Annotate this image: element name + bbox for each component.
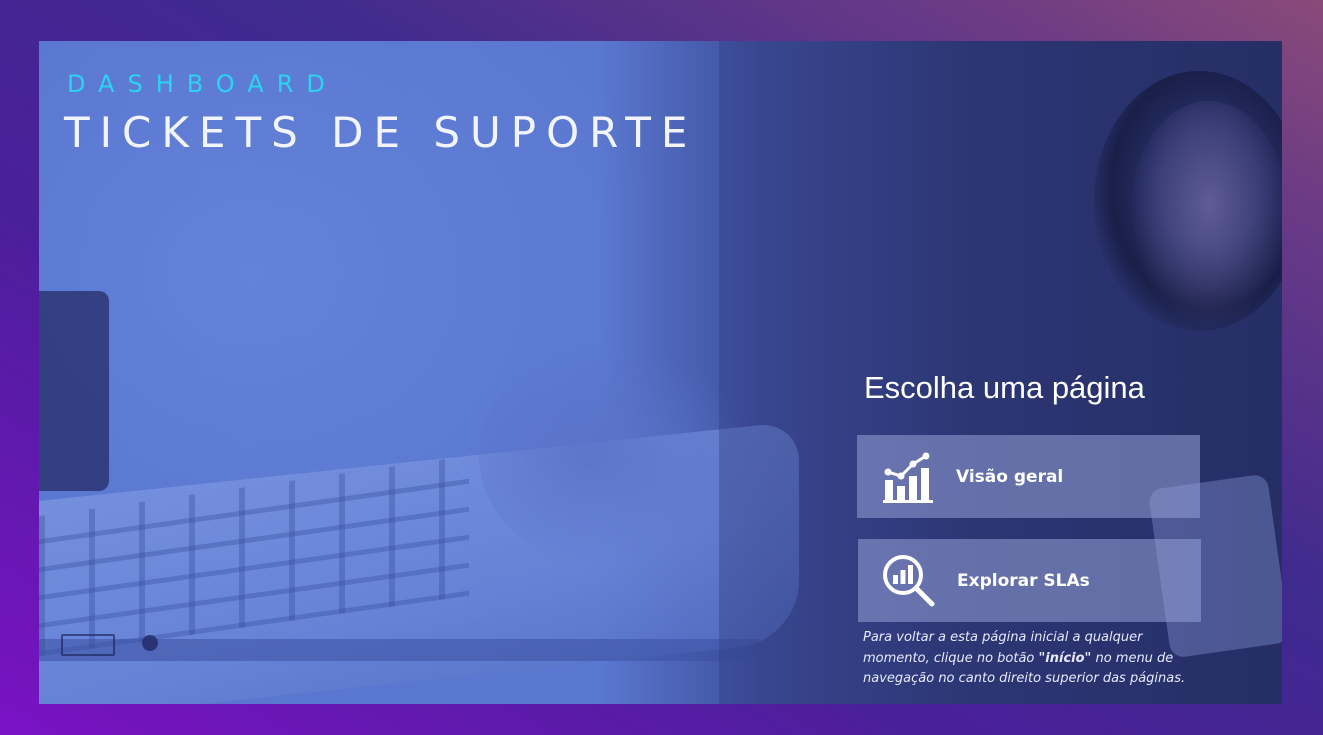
usb-port: [61, 634, 115, 656]
dashboard-subtitle: DASHBOARD: [67, 70, 338, 98]
person-image: [1129, 101, 1282, 331]
note-home-emphasis: "início": [1038, 650, 1092, 666]
chart-growth-icon: [880, 449, 936, 505]
overview-button-label: Visão geral: [956, 466, 1064, 487]
explore-slas-button-label: Explorar SLAs: [957, 570, 1090, 591]
home-instructions-note: Para voltar a esta página inicial a qual…: [863, 628, 1193, 690]
audio-port: [142, 635, 158, 651]
laptop-screen-edge: [39, 291, 109, 491]
page-background: DASHBOARD TICKETS DE SUPORTE Escolha uma…: [0, 0, 1323, 735]
page-title: TICKETS DE SUPORTE: [64, 108, 698, 157]
choose-page-heading: Escolha uma página: [864, 370, 1145, 405]
explore-slas-button[interactable]: Explorar SLAs: [858, 539, 1201, 622]
magnifier-chart-icon: [881, 553, 937, 609]
overview-button[interactable]: Visão geral: [857, 435, 1200, 518]
hand-image: [479, 341, 759, 571]
